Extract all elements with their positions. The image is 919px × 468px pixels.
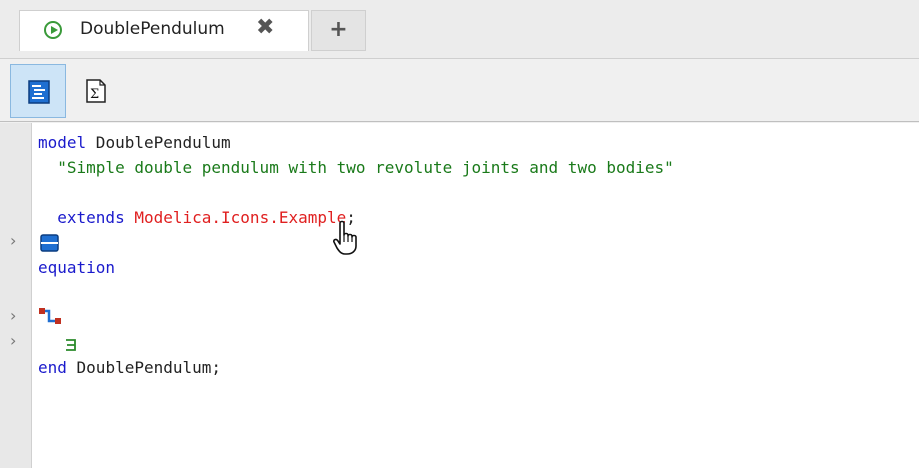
gutter: › › › — [0, 123, 32, 468]
annotation-icon[interactable] — [40, 233, 60, 253]
code-editor[interactable]: › › › model DoublePendulum "Simple doubl… — [0, 123, 919, 468]
fold-arrow[interactable]: › — [10, 306, 16, 325]
sigma-icon: Σ — [86, 79, 106, 103]
tab-bar: DoublePendulum ✖ + — [0, 0, 919, 59]
toolbar: Σ — [0, 60, 919, 122]
hand-cursor-icon — [333, 220, 357, 255]
code-line: equation — [38, 258, 116, 277]
close-icon[interactable]: ✖ — [256, 15, 274, 40]
code-line: extends Modelica.Icons.Example; — [38, 208, 356, 227]
equation-annotation-icon[interactable] — [63, 333, 79, 353]
connection-icon[interactable] — [38, 306, 64, 328]
svg-text:Σ: Σ — [90, 87, 99, 102]
tab-double-pendulum[interactable]: DoublePendulum ✖ — [19, 10, 309, 51]
code-line: "Simple double pendulum with two revolut… — [38, 158, 674, 177]
text-view-button[interactable] — [10, 64, 66, 118]
tab-title: DoublePendulum — [80, 19, 225, 39]
text-view-icon — [28, 80, 50, 104]
fold-arrow[interactable]: › — [10, 231, 16, 250]
code-line: model DoublePendulum — [38, 133, 231, 152]
add-tab-button[interactable]: + — [311, 10, 366, 51]
equation-view-button[interactable]: Σ — [68, 64, 124, 118]
fold-arrow[interactable]: › — [10, 331, 16, 350]
code-line: end DoublePendulum; — [38, 358, 222, 377]
run-icon — [44, 21, 62, 39]
